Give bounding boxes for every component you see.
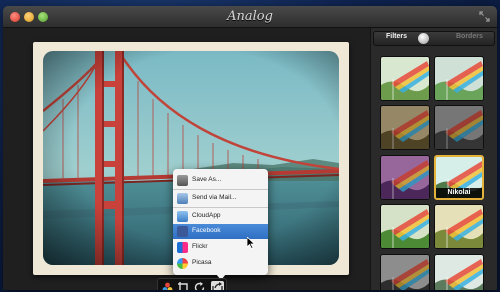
mouse-cursor	[247, 237, 255, 249]
mail-icon	[177, 193, 188, 204]
menu-item-label: Picasa	[192, 259, 212, 266]
menu-item-label: Send via Mail...	[192, 194, 237, 201]
fullscreen-icon[interactable]	[479, 11, 490, 22]
app-title: Analog	[227, 9, 273, 24]
photo-canvas-area: Save As... Send via Mail... CloudApp Fac…	[3, 28, 370, 290]
color-wheel-icon[interactable]	[161, 281, 174, 290]
menu-item-picasa[interactable]: Picasa	[173, 256, 268, 271]
facebook-icon	[177, 226, 188, 237]
menu-item-label: Flickr	[192, 243, 208, 250]
menu-separator	[173, 207, 268, 208]
menu-item-cloudapp[interactable]: CloudApp	[173, 209, 268, 224]
filter-thumbnail[interactable]	[380, 253, 430, 290]
filter-thumbnail[interactable]	[434, 105, 484, 151]
flickr-icon	[177, 242, 188, 253]
filter-thumbnail-selected[interactable]: Nikolai	[434, 154, 484, 200]
filters-sidebar: Filters Borders Nikolai	[370, 28, 497, 290]
menu-item-save-as[interactable]: Save As...	[173, 173, 268, 188]
filter-thumbnail[interactable]	[380, 154, 430, 200]
menu-item-label: Save As...	[192, 176, 222, 183]
filter-thumbnail[interactable]	[380, 55, 430, 101]
filter-thumbnail[interactable]	[434, 253, 484, 290]
menu-item-label: CloudApp	[192, 212, 221, 219]
share-icon[interactable]	[211, 281, 224, 290]
image-toolbar	[157, 278, 227, 290]
filter-thumbnail[interactable]	[434, 55, 484, 101]
cloudapp-icon	[177, 211, 188, 222]
save-icon	[177, 175, 188, 186]
menu-separator	[173, 189, 268, 190]
tab-borders[interactable]: Borders	[456, 33, 483, 40]
tab-filters[interactable]: Filters	[386, 33, 407, 40]
filter-thumbnail[interactable]	[380, 204, 430, 250]
app-window: Analog Save As... Send via Mail... Cloud…	[3, 6, 497, 290]
rotate-icon[interactable]	[193, 281, 206, 290]
picasa-icon	[177, 258, 188, 269]
menu-item-send-via-mail[interactable]: Send via Mail...	[173, 191, 268, 206]
title-bar: Analog	[3, 6, 497, 28]
filters-borders-switch[interactable]: Filters Borders	[373, 31, 495, 46]
menu-item-label: Facebook	[192, 227, 221, 234]
filter-thumbnail[interactable]	[434, 204, 484, 250]
share-menu: Save As... Send via Mail... CloudApp Fac…	[173, 169, 268, 280]
filter-name-label: Nikolai	[436, 187, 482, 198]
filter-thumbnail[interactable]	[380, 105, 430, 151]
switch-knob[interactable]	[418, 33, 429, 44]
crop-icon[interactable]	[177, 281, 190, 290]
